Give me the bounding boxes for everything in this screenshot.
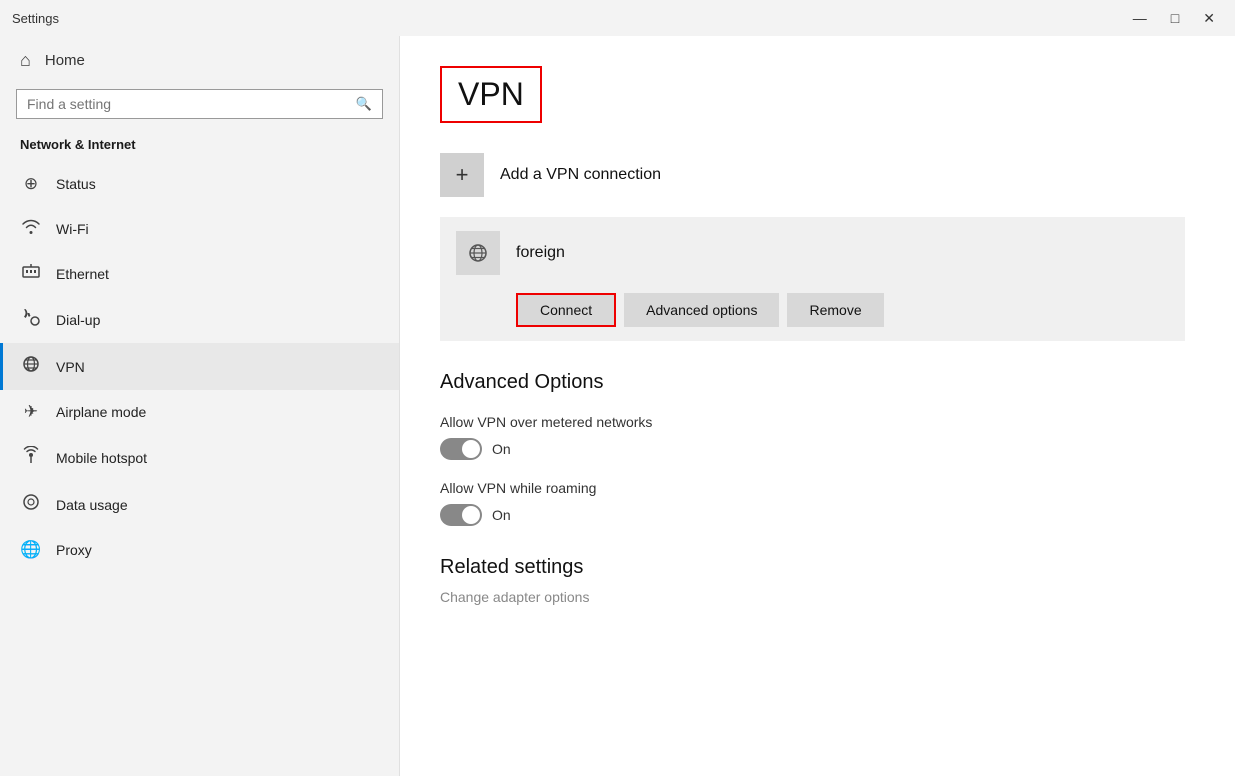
toggle-metered-control: On xyxy=(440,438,1185,460)
sidebar-item-label: Ethernet xyxy=(56,266,109,282)
toggle-metered-row: Allow VPN over metered networks On xyxy=(440,414,1185,460)
sidebar-item-label: Status xyxy=(56,176,96,192)
app-body: ⌂ Home 🔍 Network & Internet ⊕ Status Wi-… xyxy=(0,36,1235,776)
vpn-actions: Connect Advanced options Remove xyxy=(440,289,1185,341)
sidebar-item-proxy[interactable]: 🌐 Proxy xyxy=(0,528,399,572)
sidebar-item-label: Proxy xyxy=(56,542,92,558)
toggle-metered-label: Allow VPN over metered networks xyxy=(440,414,1185,430)
sidebar-item-label: VPN xyxy=(56,359,85,375)
status-icon: ⊕ xyxy=(20,174,42,194)
remove-button[interactable]: Remove xyxy=(787,293,883,327)
sidebar: ⌂ Home 🔍 Network & Internet ⊕ Status Wi-… xyxy=(0,36,400,776)
home-icon: ⌂ xyxy=(20,50,31,71)
datausage-icon xyxy=(20,493,42,516)
hotspot-icon xyxy=(20,446,42,469)
vpn-icon xyxy=(20,355,42,378)
sidebar-item-label: Dial-up xyxy=(56,312,100,328)
sidebar-item-home[interactable]: ⌂ Home xyxy=(0,36,399,85)
vpn-entry: foreign Connect Advanced options Remove xyxy=(440,217,1185,341)
page-title: VPN xyxy=(458,76,524,113)
vpn-entry-name: foreign xyxy=(516,244,565,262)
search-input[interactable] xyxy=(27,96,356,112)
sidebar-item-label: Mobile hotspot xyxy=(56,450,147,466)
related-settings-heading: Related settings xyxy=(440,556,1185,579)
proxy-icon: 🌐 xyxy=(20,540,42,560)
toggle-roaming-row: Allow VPN while roaming On xyxy=(440,480,1185,526)
toggle-roaming-label: Allow VPN while roaming xyxy=(440,480,1185,496)
add-vpn-button[interactable]: + xyxy=(440,153,484,197)
sidebar-item-dialup[interactable]: Dial-up xyxy=(0,296,399,343)
sidebar-item-airplane[interactable]: ✈ Airplane mode xyxy=(0,390,399,434)
sidebar-item-wifi[interactable]: Wi-Fi xyxy=(0,206,399,251)
page-title-box: VPN xyxy=(440,66,542,123)
ethernet-icon xyxy=(20,263,42,284)
sidebar-item-label: Wi-Fi xyxy=(56,221,89,237)
search-icon: 🔍 xyxy=(356,96,372,112)
sidebar-item-datausage[interactable]: Data usage xyxy=(0,481,399,528)
main-content: VPN + Add a VPN connection foreign xyxy=(400,36,1235,776)
toggle-roaming[interactable] xyxy=(440,504,482,526)
minimize-button[interactable]: — xyxy=(1125,8,1155,29)
sidebar-item-vpn[interactable]: VPN xyxy=(0,343,399,390)
toggle-roaming-control: On xyxy=(440,504,1185,526)
change-adapter-link[interactable]: Change adapter options xyxy=(440,589,1185,605)
toggle-roaming-state: On xyxy=(492,507,511,523)
advanced-options-section: Advanced Options Allow VPN over metered … xyxy=(440,371,1185,526)
advanced-options-heading: Advanced Options xyxy=(440,371,1185,394)
sidebar-item-label: Data usage xyxy=(56,497,128,513)
dialup-icon xyxy=(20,308,42,331)
title-bar: Settings — □ ✕ xyxy=(0,0,1235,36)
add-vpn-label[interactable]: Add a VPN connection xyxy=(500,166,661,184)
home-label: Home xyxy=(45,52,85,69)
maximize-button[interactable]: □ xyxy=(1163,8,1187,29)
close-button[interactable]: ✕ xyxy=(1195,8,1223,29)
window-controls: — □ ✕ xyxy=(1125,8,1223,29)
vpn-entry-header: foreign xyxy=(440,217,1185,289)
airplane-icon: ✈ xyxy=(20,402,42,422)
sidebar-item-label: Airplane mode xyxy=(56,404,146,420)
wifi-icon xyxy=(20,218,42,239)
toggle-metered[interactable] xyxy=(440,438,482,460)
vpn-entry-icon xyxy=(456,231,500,275)
sidebar-item-status[interactable]: ⊕ Status xyxy=(0,162,399,206)
connect-button[interactable]: Connect xyxy=(516,293,616,327)
toggle-metered-state: On xyxy=(492,441,511,457)
advanced-options-button[interactable]: Advanced options xyxy=(624,293,779,327)
app-title: Settings xyxy=(12,11,59,26)
related-settings-section: Related settings Change adapter options xyxy=(440,556,1185,605)
sidebar-item-ethernet[interactable]: Ethernet xyxy=(0,251,399,296)
sidebar-item-hotspot[interactable]: Mobile hotspot xyxy=(0,434,399,481)
add-vpn-row: + Add a VPN connection xyxy=(440,153,1185,197)
sidebar-section-title: Network & Internet xyxy=(0,131,399,162)
search-box[interactable]: 🔍 xyxy=(16,89,383,119)
